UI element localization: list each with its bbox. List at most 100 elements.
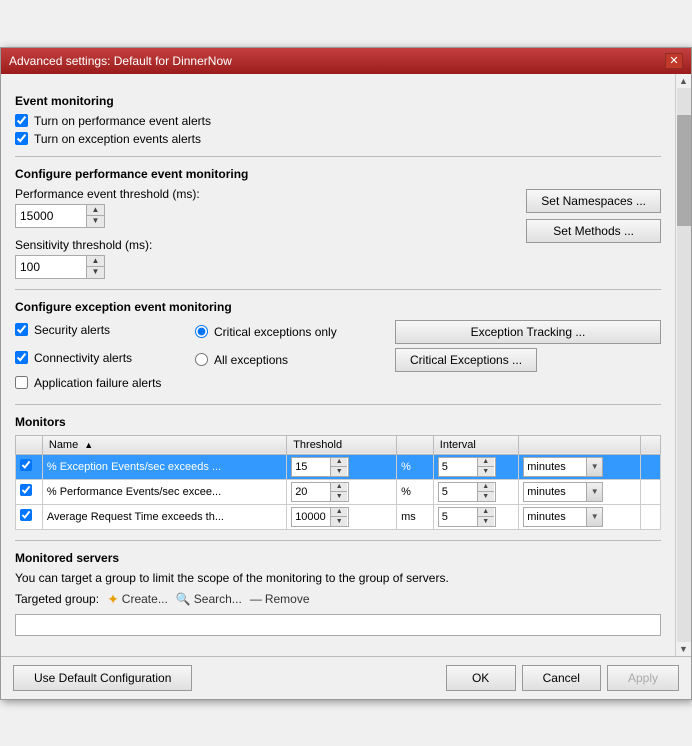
row1-dropdown-arrow-icon: ▼: [586, 458, 602, 476]
security-label: Security alerts: [34, 323, 110, 337]
row1-threshold-up[interactable]: ▲: [331, 458, 347, 467]
targeted-group-input[interactable]: [15, 614, 661, 636]
row3-name-cell: Average Request Time exceeds th...: [42, 504, 286, 529]
exception-alert-checkbox[interactable]: [15, 132, 28, 145]
row3-checkbox[interactable]: [20, 509, 32, 521]
row1-name-cell: % Exception Events/sec exceeds ...: [42, 454, 286, 479]
row2-dropdown-arrow-icon: ▼: [586, 483, 602, 501]
search-button[interactable]: 🔍 Search...: [176, 592, 242, 606]
divider-4: [15, 540, 661, 541]
main-window: Advanced settings: Default for DinnerNow…: [0, 47, 692, 700]
targeted-group-row: Targeted group: ✦ Create... 🔍 Search... …: [15, 591, 661, 608]
monitored-servers-title: Monitored servers: [15, 551, 661, 565]
row3-interval-down[interactable]: ▼: [478, 517, 494, 526]
set-namespaces-button[interactable]: Set Namespaces ...: [526, 189, 661, 213]
create-label: Create...: [122, 592, 168, 606]
table-row[interactable]: Average Request Time exceeds th... ▲ ▼: [16, 504, 661, 529]
exception-event-title: Configure exception event monitoring: [15, 300, 661, 314]
row2-threshold-up[interactable]: ▲: [331, 483, 347, 492]
row3-threshold-input[interactable]: [292, 508, 330, 526]
row3-threshold-down[interactable]: ▼: [331, 517, 347, 526]
table-row[interactable]: % Performance Events/sec excee... ▲ ▼: [16, 479, 661, 504]
set-methods-button[interactable]: Set Methods ...: [526, 219, 661, 243]
perf-alert-checkbox[interactable]: [15, 114, 28, 127]
row1-threshold-down[interactable]: ▼: [331, 467, 347, 476]
threshold-label: Performance event threshold (ms):: [15, 187, 516, 201]
row3-threshold-spinner: ▲ ▼: [291, 507, 349, 527]
row1-interval-select[interactable]: minutes hours seconds: [524, 460, 586, 474]
row3-threshold-up[interactable]: ▲: [331, 508, 347, 517]
threshold-up-btn[interactable]: ▲: [87, 205, 104, 216]
divider-2: [15, 289, 661, 290]
appfailure-checkbox[interactable]: [15, 376, 28, 389]
row1-interval-cell: ▲ ▼: [433, 454, 519, 479]
row2-interval-select[interactable]: minutes hours seconds: [524, 485, 586, 499]
row2-scroll-cell: [641, 479, 661, 504]
scroll-thumb[interactable]: [677, 115, 691, 226]
row2-checkbox[interactable]: [20, 484, 32, 496]
row1-interval-dropdown[interactable]: minutes hours seconds ▼: [523, 457, 603, 477]
critical-exceptions-button[interactable]: Critical Exceptions ...: [395, 348, 537, 372]
col-check-header: [16, 435, 43, 454]
remove-label: Remove: [265, 592, 310, 606]
row2-threshold-input[interactable]: [292, 483, 330, 501]
threshold-down-btn[interactable]: ▼: [87, 216, 104, 227]
remove-button[interactable]: — Remove: [250, 592, 310, 606]
row1-threshold-cell: ▲ ▼: [287, 454, 397, 479]
row2-threshold-cell: ▲ ▼: [287, 479, 397, 504]
row2-check-cell: [16, 479, 43, 504]
close-button[interactable]: ✕: [665, 53, 683, 69]
perf-alert-row: Turn on performance event alerts: [15, 114, 661, 128]
row2-interval-cell: ▲ ▼: [433, 479, 519, 504]
threshold-input[interactable]: 15000: [16, 205, 86, 227]
scroll-down-btn[interactable]: ▼: [679, 644, 688, 654]
row2-interval-dropdown[interactable]: minutes hours seconds ▼: [523, 482, 603, 502]
all-radio[interactable]: [195, 353, 208, 366]
table-row[interactable]: % Exception Events/sec exceeds ... ▲ ▼: [16, 454, 661, 479]
cancel-button[interactable]: Cancel: [522, 665, 601, 691]
row1-scroll-cell: [641, 454, 661, 479]
row1-threshold-input[interactable]: [292, 458, 330, 476]
window-title: Advanced settings: Default for DinnerNow: [9, 54, 232, 68]
row2-interval-input[interactable]: [439, 483, 477, 501]
row2-name-cell: % Performance Events/sec excee...: [42, 479, 286, 504]
monitored-servers-desc: You can target a group to limit the scop…: [15, 571, 661, 585]
row1-interval-down[interactable]: ▼: [478, 467, 494, 476]
sensitivity-down-btn[interactable]: ▼: [87, 267, 104, 278]
col-unit-header: [397, 435, 434, 454]
appfailure-row: Application failure alerts: [15, 376, 195, 390]
connectivity-label: Connectivity alerts: [34, 351, 132, 365]
search-icon: 🔍: [176, 592, 191, 606]
exception-tracking-button[interactable]: Exception Tracking ...: [395, 320, 661, 344]
row3-interval-input[interactable]: [439, 508, 477, 526]
row2-threshold-down[interactable]: ▼: [331, 492, 347, 501]
sensitivity-up-btn[interactable]: ▲: [87, 256, 104, 267]
scroll-track: [677, 88, 691, 642]
sort-arrow-icon: ▲: [84, 440, 93, 450]
row2-interval-up[interactable]: ▲: [478, 483, 494, 492]
connectivity-checkbox[interactable]: [15, 351, 28, 364]
col-name-header: Name ▲: [42, 435, 286, 454]
exception-alert-label: Turn on exception events alerts: [34, 132, 201, 146]
ok-button[interactable]: OK: [446, 665, 516, 691]
security-checkbox[interactable]: [15, 323, 28, 336]
apply-button[interactable]: Apply: [607, 665, 679, 691]
row3-interval-select[interactable]: minutes hours seconds: [524, 510, 586, 524]
row2-threshold-spinner: ▲ ▼: [291, 482, 349, 502]
row2-interval-down[interactable]: ▼: [478, 492, 494, 501]
scroll-up-btn[interactable]: ▲: [679, 76, 688, 86]
row1-interval-up[interactable]: ▲: [478, 458, 494, 467]
col-threshold-header: Threshold: [287, 435, 397, 454]
row1-check-cell: [16, 454, 43, 479]
critical-radio[interactable]: [195, 325, 208, 338]
row1-checkbox[interactable]: [20, 459, 32, 471]
use-default-config-button[interactable]: Use Default Configuration: [13, 665, 192, 691]
row3-check-cell: [16, 504, 43, 529]
exception-alert-row: Turn on exception events alerts: [15, 132, 661, 146]
row3-interval-dropdown[interactable]: minutes hours seconds ▼: [523, 507, 603, 527]
row1-interval-input[interactable]: [439, 458, 477, 476]
sensitivity-input[interactable]: 100: [16, 256, 86, 278]
create-button[interactable]: ✦ Create...: [107, 591, 168, 608]
row3-interval-up[interactable]: ▲: [478, 508, 494, 517]
sensitivity-label: Sensitivity threshold (ms):: [15, 238, 516, 252]
